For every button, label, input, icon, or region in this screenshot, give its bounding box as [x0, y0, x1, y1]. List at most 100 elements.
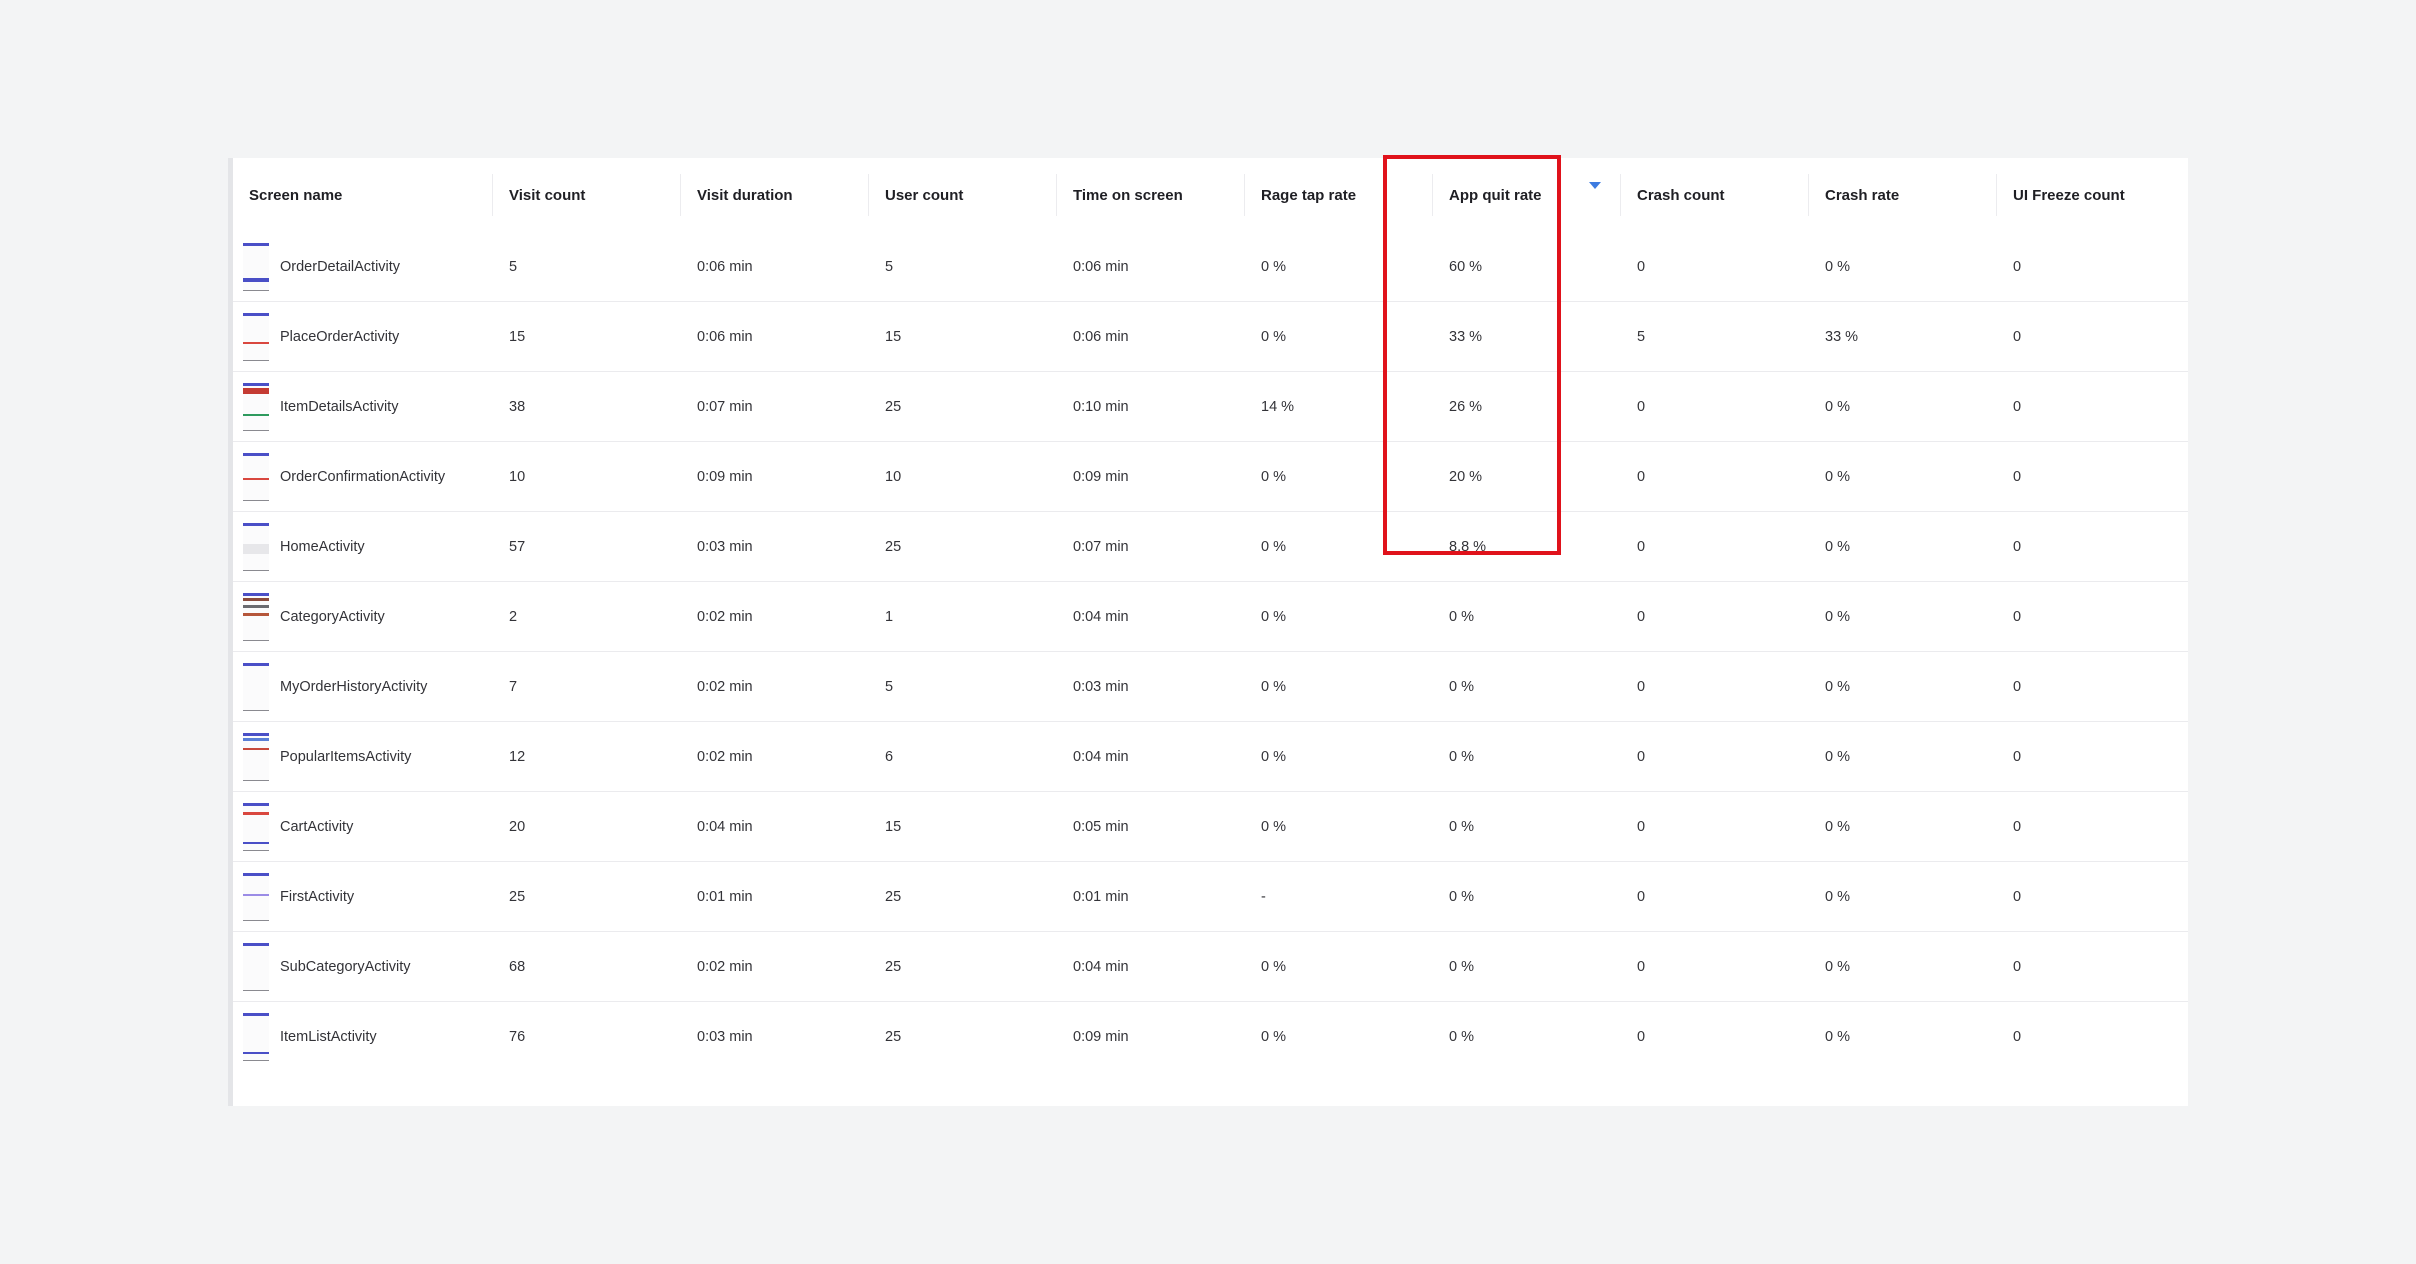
table-row[interactable]: SubCategoryActivity 68 0:02 min 25 0:04 min 0…	[233, 931, 2188, 1002]
screen-name-cell[interactable]: HomeActivity	[233, 511, 493, 582]
visit-duration-cell: 0:06 min	[681, 232, 869, 302]
screen-name-cell[interactable]: CartActivity	[233, 791, 493, 862]
screen-name-wrap: SubCategoryActivity	[243, 942, 493, 991]
visit-duration-cell: 0:03 min	[681, 511, 869, 582]
app-quit-rate-cell: 0 %	[1449, 1028, 1474, 1045]
screen-name-cell[interactable]: FirstActivity	[233, 861, 493, 932]
column-header-screen-name[interactable]: Screen name	[233, 158, 493, 232]
ui-freeze-count-cell: 0	[1997, 301, 2188, 372]
screen-thumbnail-icon	[243, 242, 269, 291]
visit-duration-cell: 0:04 min	[681, 791, 869, 862]
table-row[interactable]: ItemDetailsActivity 38 0:07 min 25 0:10 min 1…	[233, 371, 2188, 442]
visit-duration-cell: 0:02 min	[681, 721, 869, 792]
crash-count-cell: 0	[1621, 861, 1809, 932]
screen-name-label[interactable]: ItemListActivity	[280, 1029, 377, 1045]
column-header-app-quit-rate[interactable]: App quit rate	[1433, 158, 1621, 232]
crash-count-cell: 0	[1621, 511, 1809, 582]
table-row[interactable]: CategoryActivity 2 0:02 min 1 0:04 min 0 % 0 %…	[233, 581, 2188, 652]
visit-count-cell: 12	[493, 721, 681, 792]
visit-count-cell: 68	[493, 931, 681, 1002]
screen-name-label[interactable]: OrderConfirmationActivity	[280, 469, 445, 485]
ui-freeze-count-cell: 0	[1997, 861, 2188, 932]
screen-name-label[interactable]: PopularItemsActivity	[280, 749, 411, 765]
time-on-screen-cell: 0:04 min	[1057, 931, 1245, 1002]
screen-name-label[interactable]: OrderDetailActivity	[280, 259, 400, 275]
visit-count-cell: 57	[493, 511, 681, 582]
column-header-visit-duration[interactable]: Visit duration	[681, 158, 869, 232]
crash-count-cell: 0	[1621, 651, 1809, 722]
table-row[interactable]: CartActivity 20 0:04 min 15 0:05 min 0 % 0 % 0 0…	[233, 791, 2188, 862]
crash-count-cell: 0	[1621, 441, 1809, 512]
screen-name-wrap: HomeActivity	[243, 522, 493, 571]
screen-name-cell[interactable]: ItemListActivity	[233, 1002, 493, 1072]
screen-name-label[interactable]: SubCategoryActivity	[280, 959, 411, 975]
thumbnail-detail	[243, 277, 269, 282]
app-quit-rate-cell: 8.8 %	[1433, 511, 1621, 582]
table-row[interactable]: ItemListActivity 76 0:03 min 25 0:09 min 0 % 0…	[233, 1002, 2188, 1072]
screen-name-label[interactable]: ItemDetailsActivity	[280, 399, 398, 415]
ui-freeze-count-cell: 0	[1997, 581, 2188, 652]
screen-name-label[interactable]: CartActivity	[280, 819, 353, 835]
ui-freeze-count-cell: 0	[1997, 232, 2188, 302]
visit-duration-cell: 0:09 min	[681, 441, 869, 512]
crash-rate-cell: 0 %	[1809, 232, 1997, 302]
app-quit-rate-cell: 0 %	[1433, 581, 1621, 652]
time-on-screen-cell: 0:05 min	[1057, 791, 1245, 862]
column-header-label: Visit count	[509, 186, 586, 204]
column-header-visit-count[interactable]: Visit count	[493, 158, 681, 232]
screen-name-cell[interactable]: OrderConfirmationActivity	[233, 441, 493, 512]
column-header-user-count[interactable]: User count	[869, 158, 1057, 232]
visit-count-cell: 7	[493, 651, 681, 722]
ui-freeze-count-cell: 0	[2013, 1028, 2022, 1045]
table-row[interactable]: OrderConfirmationActivity 10 0:09 min 10 0:0…	[233, 441, 2188, 512]
column-header-ui-freeze-count[interactable]: UI Freeze count	[1997, 158, 2188, 232]
screen-name-cell[interactable]: OrderDetailActivity	[233, 232, 493, 302]
column-header-crash-rate[interactable]: Crash rate	[1809, 158, 1997, 232]
app-quit-rate-cell: 20 %	[1433, 441, 1621, 512]
time-on-screen-cell: 0:03 min	[1057, 651, 1245, 722]
caret-down-icon[interactable]	[1589, 182, 1601, 189]
column-header-label: User count	[885, 186, 964, 204]
time-on-screen-cell: 0:10 min	[1057, 371, 1245, 442]
table-row[interactable]: MyOrderHistoryActivity 7 0:02 min 5 0:03 min…	[233, 651, 2188, 722]
screen-thumbnail-icon	[243, 452, 269, 501]
table-row[interactable]: PopularItemsActivity 12 0:02 min 6 0:04 min 0…	[233, 721, 2188, 792]
table-header-row: Screen name Visit count Visit duration U…	[233, 158, 2188, 232]
crash-rate-cell: 0 %	[1809, 931, 1997, 1002]
screen-name-cell[interactable]: PlaceOrderActivity	[233, 301, 493, 372]
screen-name-cell[interactable]: ItemDetailsActivity	[233, 371, 493, 442]
table-row[interactable]: FirstActivity 25 0:01 min 25 0:01 min -0 % 0 0 …	[233, 861, 2188, 932]
column-header-time-on-screen[interactable]: Time on screen	[1057, 158, 1245, 232]
column-header-rage-tap-rate[interactable]: Rage tap rate	[1245, 158, 1433, 232]
visit-count-cell: 5	[493, 232, 681, 302]
table-row[interactable]: HomeActivity 57 0:03 min 25 0:07 min 0 % 8.8 %…	[233, 511, 2188, 582]
screen-name-cell[interactable]: PopularItemsActivity	[233, 721, 493, 792]
ui-freeze-count-cell: 0	[1997, 511, 2188, 582]
user-count-cell: 25	[869, 931, 1057, 1002]
screen-name-cell[interactable]: MyOrderHistoryActivity	[233, 651, 493, 722]
time-on-screen-cell: 0:06 min	[1057, 301, 1245, 372]
screen-name-label[interactable]: CategoryActivity	[280, 609, 385, 625]
screen-name-cell[interactable]: CategoryActivity	[233, 581, 493, 652]
screen-name-cell[interactable]: SubCategoryActivity	[233, 931, 493, 1002]
screen-name-label[interactable]: HomeActivity	[280, 539, 365, 555]
screens-table: Screen name Visit count Visit duration U…	[233, 158, 2188, 1071]
table-row[interactable]: PlaceOrderActivity 15 0:06 min 15 0:06 min 0 …	[233, 301, 2188, 372]
rage-tap-rate-cell: 0 %	[1245, 721, 1433, 792]
table-row[interactable]: OrderDetailActivity 5 0:06 min 5 0:06 min 0 %…	[233, 232, 2188, 302]
screen-name-label[interactable]: MyOrderHistoryActivity	[280, 679, 427, 695]
app-quit-rate-cell: 0 %	[1433, 651, 1621, 722]
thumbnail-detail	[243, 747, 269, 750]
user-count-cell: 25	[869, 371, 1057, 442]
screen-name-label[interactable]: PlaceOrderActivity	[280, 329, 399, 345]
app-quit-rate-cell: 0 %	[1433, 791, 1621, 862]
screen-name-wrap: PlaceOrderActivity	[243, 312, 493, 361]
thumbnail-detail	[243, 893, 269, 896]
rage-tap-rate-cell: 0 %	[1245, 791, 1433, 862]
visit-duration-cell: 0:02 min	[681, 651, 869, 722]
column-header-crash-count[interactable]: Crash count	[1621, 158, 1809, 232]
time-on-screen-cell: 0:01 min	[1057, 861, 1245, 932]
crash-rate-cell: 0 %	[1809, 651, 1997, 722]
crash-count-cell: 0	[1621, 371, 1809, 442]
screen-name-label[interactable]: FirstActivity	[280, 889, 354, 905]
